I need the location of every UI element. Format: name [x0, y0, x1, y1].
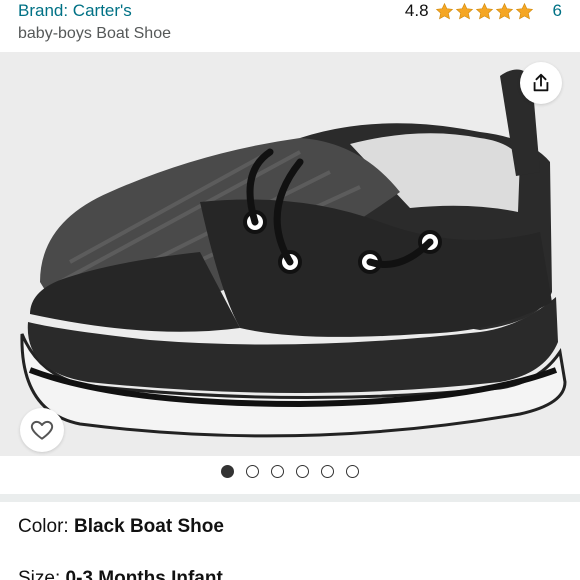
pagination-dot[interactable]: [246, 465, 259, 478]
rating-stars: [435, 2, 535, 21]
pagination-dot[interactable]: [296, 465, 309, 478]
product-subtitle: baby-boys Boat Shoe: [18, 25, 171, 42]
section-divider: [0, 494, 580, 502]
size-selection: Size: 0-3 Months Infant: [18, 568, 223, 580]
header-row: Brand: Carter's 4.8 6: [18, 0, 562, 22]
product-image-gallery[interactable]: [0, 52, 580, 456]
heart-icon: [30, 420, 54, 440]
color-selection: Color: Black Boat Shoe: [18, 516, 224, 538]
rating-summary[interactable]: 4.8 6: [405, 1, 562, 21]
favorite-button[interactable]: [20, 408, 64, 452]
image-pagination[interactable]: [0, 465, 580, 478]
pagination-dot[interactable]: [221, 465, 234, 478]
star-icon: [515, 2, 533, 19]
star-icon: [435, 2, 453, 19]
pagination-dot[interactable]: [321, 465, 334, 478]
rating-score: 4.8: [404, 1, 429, 20]
color-label: Color:: [18, 516, 69, 537]
color-value: Black Boat Shoe: [73, 516, 224, 537]
share-icon: [533, 73, 549, 92]
share-button[interactable]: [520, 62, 562, 104]
star-icon: [455, 2, 473, 19]
pagination-dot[interactable]: [346, 465, 359, 478]
pagination-dot[interactable]: [271, 465, 284, 478]
product-image[interactable]: [0, 52, 580, 456]
star-icon: [495, 2, 513, 19]
size-value: 0-3 Months Infant: [65, 568, 223, 580]
star-icon: [475, 2, 493, 19]
brand-link[interactable]: Brand: Carter's: [18, 1, 132, 21]
rating-count[interactable]: 6: [553, 1, 562, 21]
size-label: Size:: [18, 568, 61, 580]
